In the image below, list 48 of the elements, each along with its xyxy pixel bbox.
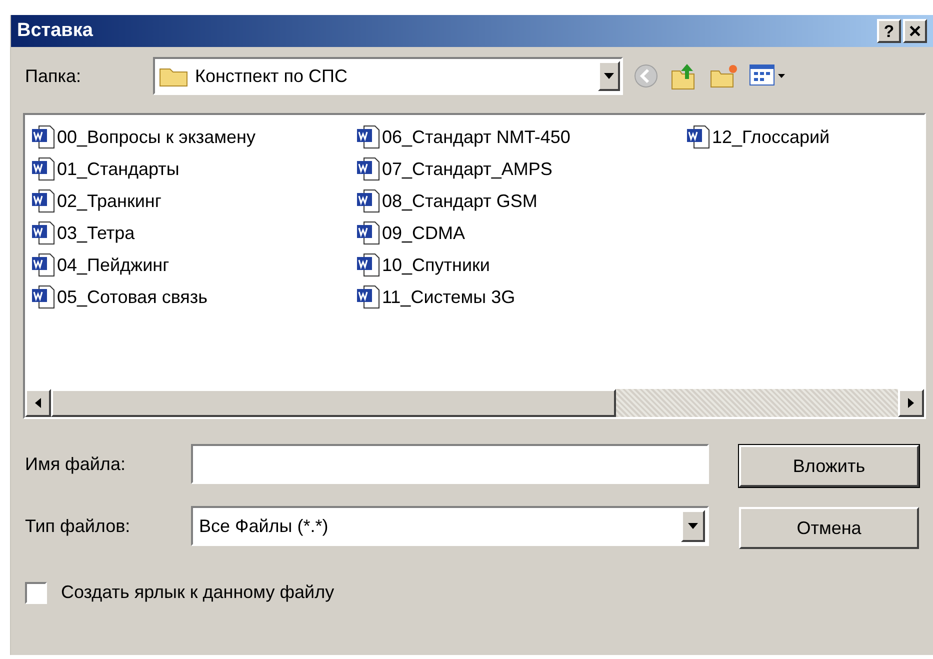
help-button[interactable]: ? — [877, 19, 901, 43]
file-item[interactable]: 06_Стандарт NMT-450 — [382, 124, 570, 150]
file-item[interactable]: 03_Тетра — [57, 220, 135, 246]
file-item[interactable]: 01_Стандарты — [57, 156, 180, 182]
shortcut-label[interactable]: Создать ярлык к данному файлу — [61, 579, 334, 606]
file-item[interactable]: 08_Стандарт GSM — [382, 188, 538, 214]
word-document-icon — [31, 189, 55, 213]
file-name-field[interactable] — [191, 444, 709, 484]
left-arrow-icon — [35, 398, 41, 408]
file-item[interactable]: 07_Стандарт_AMPS — [382, 156, 552, 182]
word-document-icon — [356, 221, 380, 245]
word-document-icon — [31, 157, 55, 181]
file-type-label: Тип файлов: — [25, 514, 132, 538]
scrollbar-thumb[interactable] — [51, 389, 616, 417]
file-item[interactable]: 00_Вопросы к экзамену — [57, 124, 256, 150]
file-name-label: Имя файла: — [25, 452, 126, 476]
file-type-value: Все Файлы (*.*) — [198, 514, 330, 538]
file-type-dropdown[interactable]: Все Файлы (*.*) — [191, 506, 709, 546]
word-document-icon — [356, 157, 380, 181]
folder-name: Констпект по СПС — [195, 64, 348, 88]
file-item[interactable]: 10_Спутники — [382, 252, 490, 278]
word-document-icon — [356, 189, 380, 213]
folder-dropdown[interactable]: Констпект по СПС — [153, 57, 623, 95]
insert-button[interactable]: Вложить — [739, 445, 919, 487]
right-arrow-icon — [908, 398, 914, 408]
scroll-left-button[interactable] — [25, 389, 51, 417]
file-item[interactable]: 12_Глоссарий — [712, 124, 830, 150]
shortcut-checkbox[interactable] — [25, 582, 47, 604]
folder-label: Папка: — [25, 64, 82, 88]
word-document-icon — [356, 285, 380, 309]
word-document-icon — [31, 221, 55, 245]
window-title: Вставка — [17, 18, 94, 43]
word-document-icon — [686, 125, 710, 149]
file-item[interactable]: 02_Транкинг — [57, 188, 162, 214]
word-document-icon — [356, 125, 380, 149]
back-icon[interactable] — [633, 63, 659, 89]
word-document-icon — [31, 253, 55, 277]
horizontal-scrollbar[interactable] — [25, 389, 924, 417]
scroll-right-button[interactable] — [898, 389, 924, 417]
close-button[interactable]: × — [903, 19, 927, 43]
file-item[interactable]: 11_Системы 3G — [382, 284, 516, 310]
file-item[interactable]: 09_CDMA — [382, 220, 466, 246]
word-document-icon — [31, 285, 55, 309]
word-document-icon — [356, 253, 380, 277]
file-item[interactable]: 05_Сотовая связь — [57, 284, 208, 310]
word-document-icon — [31, 125, 55, 149]
cancel-button[interactable]: Отмена — [739, 507, 919, 549]
file-item[interactable]: 04_Пейджинг — [57, 252, 170, 278]
